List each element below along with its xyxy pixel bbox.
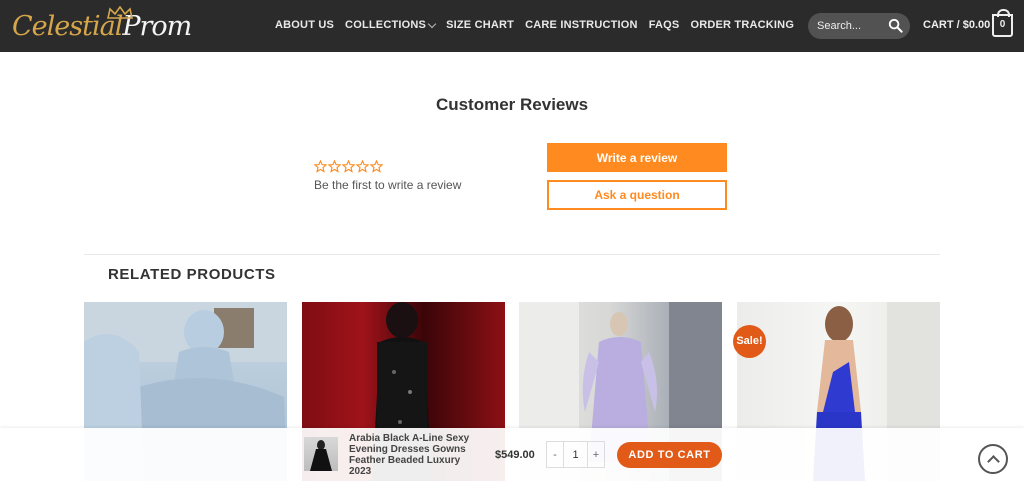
quantity-stepper: - 1 + (546, 441, 605, 468)
star-outline-icon (314, 160, 327, 173)
sticky-product-thumbnail (304, 437, 338, 471)
nav-size-chart-label: SIZE CHART (446, 19, 515, 31)
sale-badge: Sale! (733, 325, 766, 358)
nav-care-instruction[interactable]: CARE INSTRUCTION (525, 19, 638, 31)
nav-about-us[interactable]: ABOUT US (275, 19, 334, 31)
related-products-title: RELATED PRODUCTS (108, 266, 276, 283)
search-placeholder: Search... (817, 20, 862, 32)
star-outline-icon (342, 160, 355, 173)
back-to-top-icon[interactable] (978, 444, 1008, 474)
nav-faqs[interactable]: FAQS (649, 19, 680, 31)
quantity-increase-button[interactable]: + (588, 442, 604, 467)
search-icon[interactable] (888, 18, 903, 33)
add-to-cart-button[interactable]: ADD TO CART (617, 442, 722, 468)
cart-bag-icon[interactable]: 0 (992, 9, 1013, 37)
nav-order-tracking-label: ORDER TRACKING (690, 19, 795, 31)
star-outline-icon (328, 160, 341, 173)
nav-order-tracking[interactable]: ORDER TRACKING (690, 19, 794, 31)
quantity-input[interactable]: 1 (563, 442, 588, 467)
nav-size-chart[interactable]: SIZE CHART (446, 19, 514, 31)
quantity-decrease-button[interactable]: - (547, 442, 563, 467)
search-input[interactable]: Search... (808, 13, 910, 39)
nav-collections-label: COLLECTIONS (345, 19, 427, 31)
section-divider (84, 254, 940, 255)
sticky-product-price: $549.00 (495, 449, 535, 461)
site-logo[interactable]: Celestial Prom (12, 6, 192, 46)
nav-collections[interactable]: COLLECTIONS (345, 19, 437, 31)
nav-faqs-label: FAQS (648, 19, 680, 31)
star-outline-icon (356, 160, 369, 173)
sticky-product-name: Arabia Black A-Line Sexy Evening Dresses… (349, 433, 470, 477)
cart-count: 0 (999, 19, 1006, 30)
write-review-button[interactable]: Write a review (547, 143, 727, 172)
nav-about-us-label: ABOUT US (275, 19, 335, 31)
cart-link[interactable]: CART / $0.00 (923, 19, 990, 31)
rating-stars (314, 160, 383, 173)
ask-question-button[interactable]: Ask a question (547, 180, 727, 210)
site-header: Celestial Prom ABOUT US COLLECTIONS SIZE … (0, 0, 1024, 52)
thumbnail-gown-image (310, 440, 332, 471)
star-outline-icon (370, 160, 383, 173)
reviews-title: Customer Reviews (435, 95, 589, 114)
chevron-down-icon (427, 19, 437, 28)
nav-care-instruction-label: CARE INSTRUCTION (525, 19, 638, 31)
main-nav: ABOUT US COLLECTIONS SIZE CHART CARE INS… (275, 19, 805, 31)
no-reviews-text: Be the first to write a review (314, 178, 462, 192)
crown-icon (107, 6, 133, 19)
